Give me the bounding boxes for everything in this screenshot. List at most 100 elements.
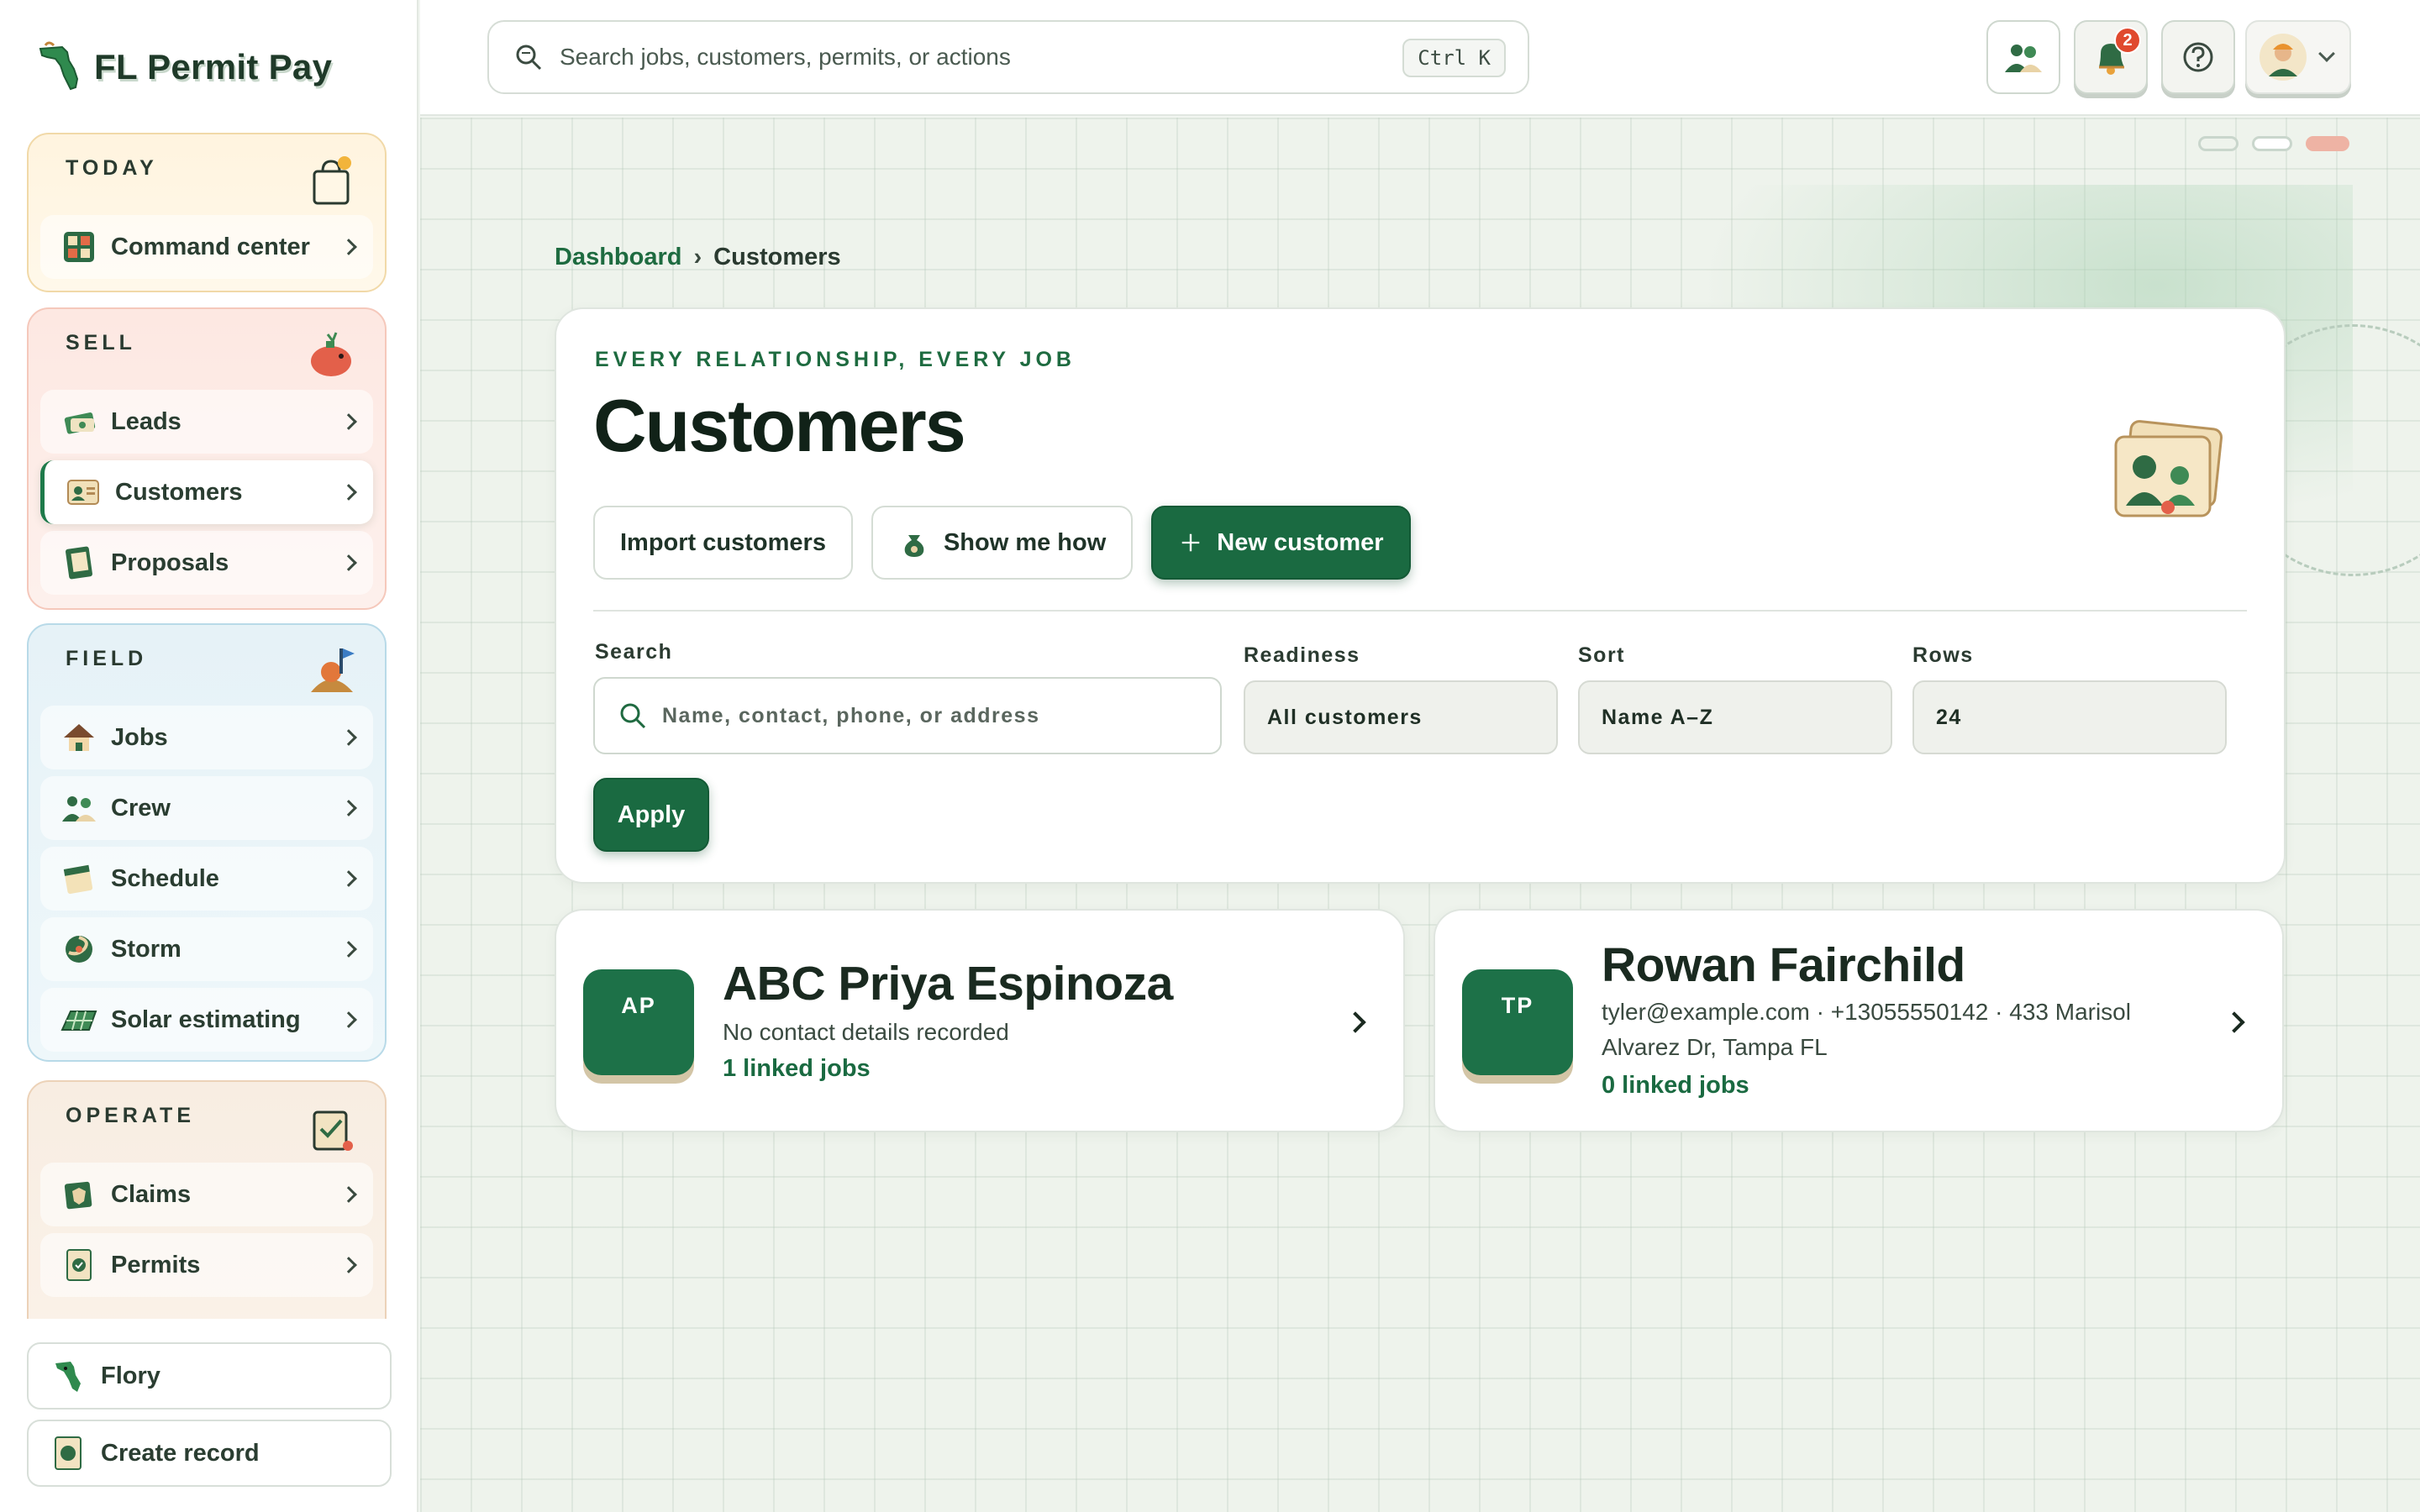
avatar — [2260, 34, 2307, 81]
piggy-bank-icon — [311, 332, 351, 376]
global-search-input[interactable] — [560, 44, 1366, 71]
group-label: TODAY — [66, 156, 158, 180]
brand[interactable]: FL Permit Pay — [37, 37, 332, 97]
florida-map-icon — [39, 41, 79, 91]
record-icon — [55, 1436, 82, 1470]
chevron-right-icon — [340, 554, 357, 571]
sidebar-item-label: Customers — [115, 478, 243, 506]
customer-details: tyler@example.com · +13055550142 · 433 M… — [1602, 999, 2131, 1060]
customer-search-input[interactable] — [662, 703, 1200, 728]
dashboard-icon — [64, 232, 94, 262]
sidebar-item-crew[interactable]: Crew — [40, 776, 373, 840]
people-icon — [2005, 45, 2042, 72]
calendar-icon — [63, 864, 93, 895]
customer-name: Rowan Fairchild — [1602, 938, 1965, 992]
breadcrumb-dashboard-link[interactable]: Dashboard — [555, 244, 681, 271]
chevron-right-icon — [340, 870, 357, 887]
customer-initials-avatar: TP — [1462, 969, 1573, 1075]
florida-mascot-icon — [55, 1362, 81, 1392]
sidebar-item-jobs[interactable]: Jobs — [40, 706, 373, 769]
create-record-label: Create record — [101, 1439, 260, 1467]
flory-assistant-button[interactable]: Flory — [27, 1342, 392, 1410]
sidebar-item-solar-estimating[interactable]: Solar estimating — [40, 988, 373, 1052]
sidebar-item-label: Storm — [111, 935, 182, 963]
sidebar-item-label: Jobs — [111, 723, 168, 751]
sort-select[interactable]: Name A–Z — [1578, 680, 1892, 754]
show-me-how-label: Show me how — [943, 528, 1107, 556]
sidebar-item-label: Leads — [111, 407, 182, 435]
clipboard-icon — [313, 1110, 353, 1151]
sidebar-item-permits[interactable]: Permits — [40, 1233, 373, 1297]
chevron-right-icon — [340, 1257, 357, 1273]
readiness-select[interactable]: All customers — [1244, 680, 1558, 754]
show-me-how-button[interactable]: Show me how — [871, 506, 1134, 580]
new-customer-button[interactable]: New customer — [1151, 506, 1411, 580]
help-button[interactable] — [2161, 20, 2235, 94]
sidebar-item-proposals[interactable]: Proposals — [40, 531, 373, 595]
search-icon — [620, 703, 646, 729]
shortcut-hint: Ctrl K — [1402, 39, 1506, 77]
customer-card[interactable]: TP Rowan Fairchild tyler@example.com · +… — [1434, 909, 2284, 1132]
sidebar-item-leads[interactable]: Leads — [40, 390, 373, 454]
money-icon — [64, 412, 96, 434]
new-customer-label: New customer — [1217, 528, 1384, 556]
create-record-button[interactable]: Create record — [27, 1420, 392, 1487]
group-label: SELL — [66, 331, 136, 354]
chevron-right-icon — [340, 729, 357, 746]
sidebar-item-customers[interactable]: Customers — [40, 460, 373, 524]
chevron-right-icon — [340, 1011, 357, 1028]
sidebar-item-claims[interactable]: Claims — [40, 1163, 373, 1226]
contact-card-icon — [2114, 420, 2223, 517]
apply-filters-button[interactable]: Apply — [593, 778, 709, 852]
sidebar-nav[interactable]: TODAY Command center SELL Leads Customer… — [0, 126, 417, 1319]
sidebar-item-storm[interactable]: Storm — [40, 917, 373, 981]
chevron-down-icon — [2318, 45, 2335, 62]
chevron-right-icon — [340, 1186, 357, 1203]
breadcrumb-current: Customers — [713, 244, 841, 270]
house-icon — [64, 724, 94, 751]
notebook-icon — [66, 546, 92, 580]
crew-button[interactable] — [1986, 20, 2060, 94]
page-title: Customers — [593, 384, 966, 467]
readiness-filter-label: Readiness — [1244, 643, 1360, 667]
divider — [593, 610, 2247, 612]
people-icon — [62, 796, 96, 822]
sidebar-item-command-center[interactable]: Command center — [40, 215, 373, 279]
customer-search-field[interactable] — [593, 677, 1222, 754]
sidebar-item-label: Solar estimating — [111, 1005, 301, 1033]
import-customers-button[interactable]: Import customers — [593, 506, 853, 580]
chevron-right-icon — [340, 484, 357, 501]
customer-linked-jobs: 1 linked jobs — [723, 1055, 871, 1082]
chevron-right-icon — [2223, 1011, 2245, 1033]
rows-select[interactable]: 24 — [1912, 680, 2227, 754]
permit-badge-icon — [66, 1249, 92, 1281]
shield-folder-icon — [64, 1181, 92, 1210]
hurricane-icon — [66, 936, 92, 963]
sidebar: FL Permit Pay TODAY Command center SELL … — [0, 0, 418, 1512]
chevron-right-icon — [340, 941, 357, 958]
notifications-button[interactable]: 2 — [2074, 20, 2148, 94]
construction-icon — [311, 648, 355, 692]
main-content: Dashboard › Customers EVERY RELATIONSHIP… — [420, 118, 2420, 1512]
group-label: OPERATE — [66, 1104, 195, 1127]
customer-card[interactable]: AP ABC Priya Espinoza No contact details… — [555, 909, 1405, 1132]
search-filter-label: Search — [595, 640, 673, 664]
help-icon — [2183, 42, 2213, 72]
flory-label: Flory — [101, 1362, 160, 1389]
decor-pill — [2306, 136, 2349, 151]
header-actions: Import customers Show me how New custome… — [593, 506, 1411, 580]
nav-group-operate: OPERATE Claims Permits — [27, 1080, 387, 1319]
contact-card-icon — [67, 480, 99, 505]
breadcrumb: Dashboard › Customers — [555, 244, 841, 271]
sidebar-item-schedule[interactable]: Schedule — [40, 847, 373, 911]
user-menu-button[interactable] — [2245, 20, 2351, 94]
shopping-bag-icon — [313, 156, 351, 205]
chevron-right-icon — [340, 239, 357, 255]
sidebar-item-label: Crew — [111, 794, 171, 822]
breadcrumb-separator: › — [693, 244, 702, 270]
global-search[interactable]: Ctrl K — [487, 20, 1529, 94]
group-label: FIELD — [66, 647, 148, 670]
chevron-right-icon — [1344, 1011, 1366, 1033]
sidebar-item-label: Command center — [111, 233, 310, 260]
page-eyebrow: EVERY RELATIONSHIP, EVERY JOB — [595, 348, 1076, 371]
